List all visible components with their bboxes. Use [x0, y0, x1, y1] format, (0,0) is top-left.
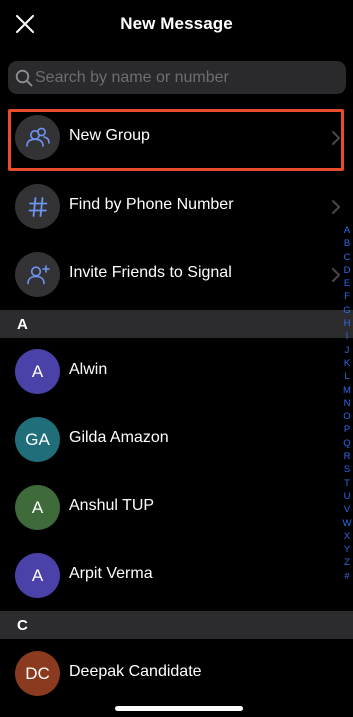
section-header-c: C: [0, 611, 353, 639]
index-letter[interactable]: V: [344, 503, 350, 516]
index-letter[interactable]: G: [343, 304, 350, 317]
alphabet-index-bar[interactable]: A B C D E F G H I J K L M N O P Q R S T U V W X Y Z #: [340, 224, 353, 583]
invite-person-icon: [26, 264, 50, 284]
hash-icon: [28, 196, 47, 217]
avatar: A: [15, 349, 60, 394]
index-letter[interactable]: S: [344, 463, 350, 476]
index-letter[interactable]: L: [344, 370, 349, 383]
index-letter[interactable]: J: [345, 344, 350, 357]
invite-friends-row[interactable]: Invite Friends to Signal: [0, 241, 353, 309]
search-bar[interactable]: [8, 61, 346, 94]
index-letter[interactable]: Z: [344, 556, 350, 569]
navigation-header: New Message: [0, 0, 353, 52]
home-indicator: [115, 706, 243, 711]
new-group-icon-circle: [15, 115, 60, 160]
index-letter[interactable]: D: [344, 264, 351, 277]
contact-row[interactable]: A Arpit Verma: [0, 542, 353, 610]
index-letter[interactable]: H: [344, 317, 351, 330]
index-letter[interactable]: U: [344, 490, 351, 503]
contact-name: Alwin: [69, 361, 108, 378]
index-letter[interactable]: E: [344, 277, 350, 290]
section-header-a: A: [0, 310, 353, 338]
contact-name: Arpit Verma: [69, 565, 153, 582]
new-group-label: New Group: [69, 127, 150, 144]
group-icon: [25, 127, 50, 147]
index-letter[interactable]: A: [344, 224, 350, 237]
section-letter: C: [17, 617, 28, 634]
section-letter: A: [17, 316, 28, 333]
index-letter[interactable]: C: [344, 251, 351, 264]
contact-row[interactable]: GA Gilda Amazon: [0, 406, 353, 474]
invite-friends-icon-circle: [15, 252, 60, 297]
contact-name: Deepak Candidate: [69, 663, 202, 680]
index-letter[interactable]: X: [344, 530, 350, 543]
avatar: A: [15, 553, 60, 598]
index-letter[interactable]: M: [343, 384, 351, 397]
find-by-phone-icon-circle: [15, 184, 60, 229]
index-letter[interactable]: W: [343, 517, 352, 530]
index-letter[interactable]: #: [344, 570, 349, 583]
page-title: New Message: [120, 14, 233, 33]
index-letter[interactable]: R: [344, 450, 351, 463]
index-letter[interactable]: F: [344, 290, 350, 303]
index-letter[interactable]: K: [344, 357, 350, 370]
index-letter[interactable]: Q: [343, 437, 350, 450]
search-input[interactable]: [35, 61, 335, 94]
search-icon: [15, 69, 33, 87]
contact-row[interactable]: DC Deepak Candidate: [0, 640, 353, 708]
index-letter[interactable]: P: [344, 423, 350, 436]
invite-friends-label: Invite Friends to Signal: [69, 264, 232, 281]
contact-row[interactable]: A Anshul TUP: [0, 474, 353, 542]
chevron-right-icon: [332, 200, 340, 214]
index-letter[interactable]: Y: [344, 543, 350, 556]
find-by-phone-row[interactable]: Find by Phone Number: [0, 173, 353, 241]
index-letter[interactable]: N: [344, 397, 351, 410]
index-letter[interactable]: O: [343, 410, 350, 423]
find-by-phone-label: Find by Phone Number: [69, 196, 234, 213]
index-letter[interactable]: I: [346, 330, 349, 343]
contact-name: Gilda Amazon: [69, 429, 169, 446]
index-letter[interactable]: B: [344, 237, 350, 250]
avatar: DC: [15, 651, 60, 696]
avatar: GA: [15, 417, 60, 462]
chevron-right-icon: [332, 131, 340, 145]
contact-name: Anshul TUP: [69, 497, 155, 514]
contact-row[interactable]: A Alwin: [0, 338, 353, 406]
index-letter[interactable]: T: [344, 477, 350, 490]
avatar: A: [15, 485, 60, 530]
new-group-row[interactable]: New Group: [0, 104, 353, 172]
